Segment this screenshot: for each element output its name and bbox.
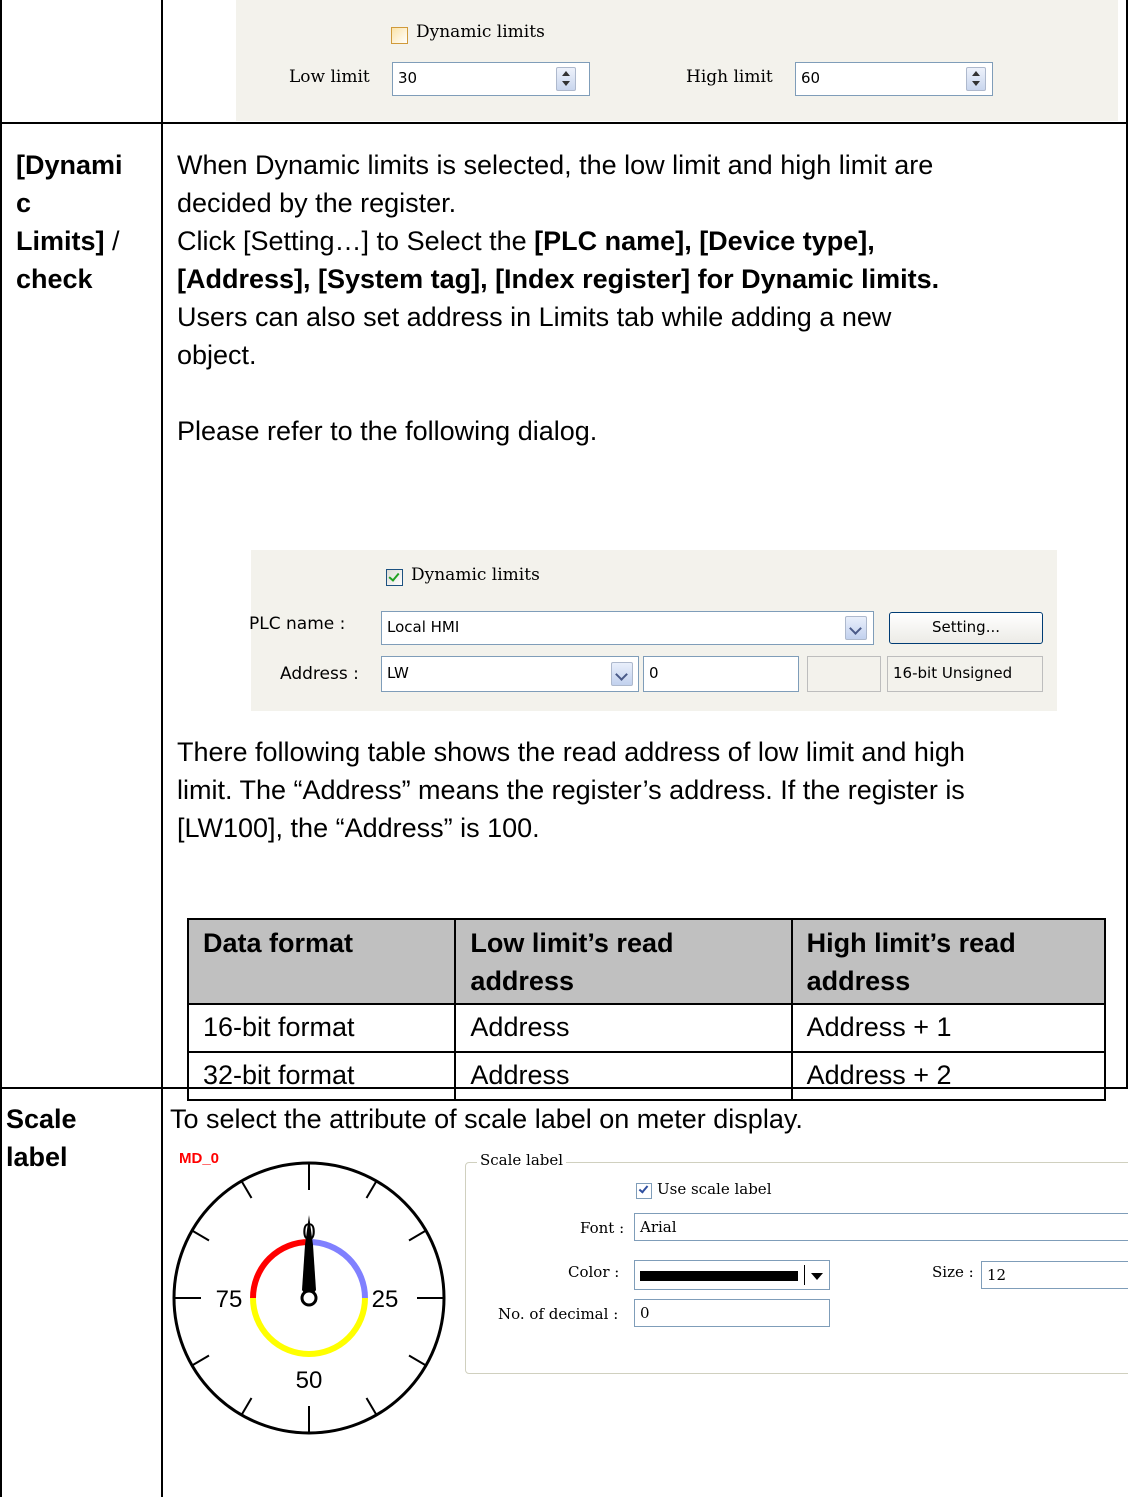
use-scale-label-text: Use scale label xyxy=(657,1180,772,1198)
table-border-left xyxy=(0,0,2,1497)
decimal-input[interactable]: 0 xyxy=(634,1299,830,1327)
scale-label-group-title: Scale label xyxy=(477,1151,567,1169)
read-address-table: Data format Low limit’s read address High… xyxy=(186,918,1107,1101)
meter-label-25: 25 xyxy=(372,1286,399,1313)
address-extra-field xyxy=(807,656,881,692)
row-title-dynamic-limits: [Dynami c Limits] / check xyxy=(16,150,123,294)
table-cell: Address xyxy=(454,1003,793,1053)
top-limits-dialog: Dynamic limits Low limit 30 High limit 6… xyxy=(236,0,1118,121)
high-limit-input[interactable]: 60 xyxy=(795,62,993,96)
table-row: 32-bit format Address Address + 2 xyxy=(186,1051,1107,1101)
meter-label-75: 75 xyxy=(216,1286,243,1313)
address-label: Address : xyxy=(280,664,359,684)
dynamic-limits-label-2: Dynamic limits xyxy=(411,565,540,585)
font-label: Font : xyxy=(580,1219,625,1237)
table-header-cell: High limit’s read address xyxy=(790,918,1107,1005)
color-separator xyxy=(804,1265,805,1285)
dynamic-description: When Dynamic limits is selected, the low… xyxy=(177,150,940,446)
size-input[interactable]: 12 xyxy=(981,1261,1128,1289)
decimal-label: No. of decimal : xyxy=(498,1305,619,1323)
table-cell: 32-bit format xyxy=(186,1051,457,1101)
address-device-dropdown-icon[interactable] xyxy=(611,662,633,686)
low-limit-spinner[interactable] xyxy=(556,67,576,91)
table-cell: Address xyxy=(454,1051,793,1101)
plc-name-select[interactable]: Local HMI xyxy=(381,611,874,645)
plc-name-label: PLC name : xyxy=(249,614,346,634)
meter-label-50: 50 xyxy=(296,1367,323,1394)
dynamic-limits-checked-box[interactable] xyxy=(386,569,403,586)
dynamic-limits-checkbox[interactable] xyxy=(391,27,408,44)
color-picker[interactable] xyxy=(634,1260,830,1290)
table-cell: Address + 1 xyxy=(790,1003,1107,1053)
scale-label-description: To select the attribute of scale label o… xyxy=(170,1104,803,1134)
table-header-cell: Low limit’s read address xyxy=(454,918,793,1005)
meter-hub xyxy=(300,1289,318,1307)
color-label: Color : xyxy=(568,1263,620,1281)
color-swatch xyxy=(640,1271,798,1281)
meter-label-0: 0 xyxy=(302,1219,315,1246)
size-label: Size : xyxy=(932,1263,974,1281)
address-device-select[interactable]: LW xyxy=(381,656,639,692)
table-header-row: Data format Low limit’s read address High… xyxy=(186,918,1107,1005)
address-explanation: There following table shows the read add… xyxy=(177,737,965,843)
high-limit-spinner[interactable] xyxy=(966,67,986,91)
dynamic-limits-dialog: Dynamic limits PLC name : Local HMI Sett… xyxy=(249,550,1057,711)
font-select[interactable]: Arial xyxy=(634,1213,1128,1241)
address-value-input[interactable]: 0 xyxy=(643,656,799,692)
meter-display: 0 25 50 75 xyxy=(172,1161,446,1435)
table-header-cell: Data format xyxy=(186,918,457,1005)
data-type-display: 16-bit Unsigned xyxy=(887,656,1043,692)
high-limit-label: High limit xyxy=(686,67,773,87)
low-limit-label: Low limit xyxy=(289,67,370,87)
plc-name-dropdown-icon[interactable] xyxy=(845,616,867,640)
setting-button[interactable]: Setting... xyxy=(889,612,1043,644)
chevron-down-icon xyxy=(811,1273,823,1280)
table-row: 16-bit format Address Address + 1 xyxy=(186,1003,1107,1053)
row-separator-1 xyxy=(0,122,1128,124)
table-cell: 16-bit format xyxy=(186,1003,457,1053)
table-cell: Address + 2 xyxy=(790,1051,1107,1101)
use-scale-label-checkbox[interactable] xyxy=(636,1183,652,1199)
dynamic-limits-label: Dynamic limits xyxy=(416,22,545,42)
row-title-scale-label: Scale label xyxy=(6,1104,77,1172)
table-border-middle xyxy=(161,0,163,1497)
